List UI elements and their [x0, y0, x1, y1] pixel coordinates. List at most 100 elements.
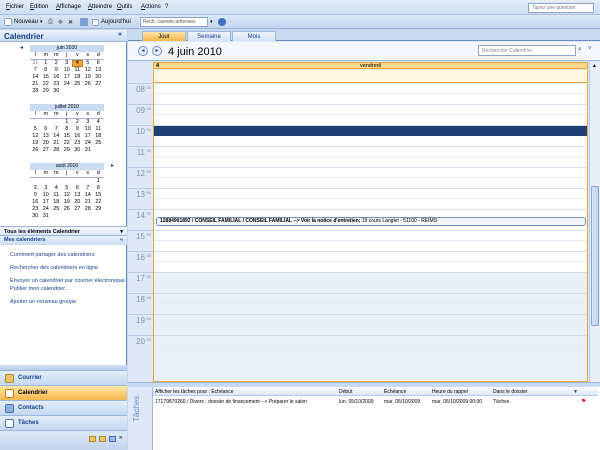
calendar-day[interactable]: 19 — [83, 74, 94, 81]
calendar-day[interactable]: 6 — [93, 60, 104, 67]
calendar-day[interactable]: 2 — [30, 185, 41, 192]
today-button[interactable]: Aujourd'hui — [92, 17, 131, 27]
calendar-day[interactable]: 27 — [93, 81, 104, 88]
print-icon[interactable]: ⎙ — [48, 17, 53, 27]
calendar-day[interactable]: 10 — [41, 192, 52, 199]
menu-atteindre[interactable]: Atteindre — [88, 4, 112, 10]
calendar-day[interactable]: 28 — [83, 206, 94, 213]
task-row[interactable]: 17179870260 / Divers : dossier de financ… — [153, 398, 598, 406]
task-header-start[interactable]: Début — [339, 389, 352, 395]
calendar-day[interactable]: 4 — [93, 119, 104, 126]
calendar-day[interactable]: 17 — [83, 133, 94, 140]
calendar-day[interactable]: 25 — [93, 140, 104, 147]
calendar-day[interactable]: 28 — [30, 88, 41, 95]
calendar-day[interactable]: 14 — [51, 133, 62, 140]
calendar-day[interactable]: 16 — [51, 74, 62, 81]
address-book-search[interactable]: Rech. carnets adresses — [140, 17, 208, 27]
calendar-day[interactable]: 14 — [30, 74, 41, 81]
calendar-day[interactable]: 17 — [41, 199, 52, 206]
task-header-folder[interactable]: Dans le dossier — [493, 389, 527, 395]
calendar-day[interactable]: 11 — [93, 126, 104, 133]
calendar-day[interactable]: 13 — [41, 133, 52, 140]
calendar-search-input[interactable]: Rechercher Calendrier — [478, 45, 576, 56]
calendar-day[interactable]: 24 — [62, 81, 73, 88]
calendar-day[interactable]: 6 — [72, 185, 83, 192]
calendar-day[interactable]: 25 — [72, 81, 83, 88]
task-header-show[interactable]: Afficher les tâches pour : Échéance — [155, 389, 234, 395]
calendar-day[interactable]: 22 — [41, 81, 52, 88]
calendar-day[interactable]: 27 — [72, 206, 83, 213]
calendar-day[interactable]: 11 — [72, 67, 83, 74]
move-icon[interactable]: ✥ — [58, 17, 63, 27]
calendar-day[interactable]: 19 — [30, 140, 41, 147]
calendar-day[interactable]: 23 — [30, 206, 41, 213]
calendar-day[interactable]: 5 — [83, 60, 94, 67]
link-share-calendars[interactable]: Comment partager des calendriers — [10, 252, 95, 258]
calendar-day[interactable]: 26 — [62, 206, 73, 213]
previous-day-button[interactable]: ◂ — [138, 46, 148, 56]
calendar-day[interactable]: 29 — [62, 147, 73, 154]
calendar-day[interactable]: 8 — [62, 126, 73, 133]
calendar-day[interactable]: 7 — [30, 67, 41, 74]
task-header-due[interactable]: Échéance — [384, 389, 406, 395]
selected-time-slot[interactable] — [154, 126, 587, 136]
help-icon[interactable] — [218, 17, 226, 27]
calendar-day[interactable]: 2 — [51, 60, 62, 67]
all-day-events-area[interactable] — [153, 70, 588, 83]
nav-button-calendar[interactable]: Calendrier — [0, 385, 127, 400]
all-calendar-items-dropdown[interactable]: Tous les éléments Calendrier ▾ — [0, 226, 127, 236]
calendar-day[interactable]: 7 — [51, 126, 62, 133]
calendar-day[interactable]: 20 — [72, 199, 83, 206]
calendar-day[interactable]: 16 — [72, 133, 83, 140]
calendar-day[interactable]: 8 — [41, 67, 52, 74]
calendar-day[interactable]: 25 — [51, 206, 62, 213]
prev-month-icon[interactable]: ◂ — [20, 45, 23, 52]
calendar-day[interactable]: 17 — [62, 74, 73, 81]
calendar-day[interactable]: 24 — [83, 140, 94, 147]
calendar-day[interactable]: 5 — [62, 185, 73, 192]
next-day-button[interactable]: ▸ — [152, 46, 162, 56]
help-search-input[interactable]: Tapez une question — [528, 3, 594, 13]
calendar-day[interactable]: 9 — [51, 67, 62, 74]
calendar-day[interactable]: 23 — [51, 81, 62, 88]
calendar-day[interactable]: 20 — [41, 140, 52, 147]
calendar-day[interactable]: 12 — [83, 67, 94, 74]
menu-fichier[interactable]: Fichier — [6, 4, 24, 10]
collapse-section-icon[interactable]: « — [120, 237, 123, 243]
appointment[interactable]: 12884901892 / CONSEIL FAMILIAL / CONSEIL… — [156, 217, 586, 226]
shortcuts-icon[interactable] — [109, 436, 116, 442]
tab-week[interactable]: Semaine — [187, 31, 231, 41]
calendar-day[interactable]: 21 — [51, 140, 62, 147]
calendar-day[interactable]: 26 — [83, 81, 94, 88]
calendar-day[interactable]: 1 — [93, 178, 104, 185]
calendar-day[interactable]: 22 — [62, 140, 73, 147]
folder-list-icon[interactable] — [99, 436, 106, 442]
calendar-day[interactable]: 29 — [93, 206, 104, 213]
menu-edition[interactable]: Edition — [30, 4, 48, 10]
calendar-day[interactable]: 15 — [93, 192, 104, 199]
calendar-day[interactable]: 18 — [93, 133, 104, 140]
menu-actions[interactable]: Actions — [141, 4, 161, 10]
calendar-day[interactable]: 2 — [72, 119, 83, 126]
calendar-day[interactable]: 26 — [30, 147, 41, 154]
collapse-pane-icon[interactable]: « — [118, 31, 122, 38]
calendar-day[interactable]: 23 — [72, 140, 83, 147]
calendar-day[interactable]: 1 — [62, 119, 73, 126]
calendar-day[interactable]: 8 — [93, 185, 104, 192]
calendar-day[interactable]: 9 — [72, 126, 83, 133]
calendar-day[interactable]: 3 — [83, 119, 94, 126]
folder-icon[interactable] — [89, 436, 96, 442]
calendar-day[interactable]: 13 — [72, 192, 83, 199]
search-icon[interactable]: ⌕ — [578, 46, 582, 54]
calendar-day[interactable]: 20 — [93, 74, 104, 81]
menu-outils[interactable]: Outils — [117, 4, 132, 10]
new-button[interactable]: Nouveau ▾ — [4, 17, 43, 27]
menu-affichage[interactable]: Affichage — [56, 4, 81, 10]
calendar-day[interactable]: 18 — [51, 199, 62, 206]
expand-search-icon[interactable]: ˅ — [588, 46, 592, 52]
calendar-day[interactable]: 6 — [41, 126, 52, 133]
link-publish-calendar[interactable]: Publier mon calendrier... — [10, 286, 69, 292]
calendar-day[interactable]: 30 — [51, 88, 62, 95]
calendar-day[interactable]: 3 — [41, 185, 52, 192]
calendar-day[interactable]: 15 — [62, 133, 73, 140]
